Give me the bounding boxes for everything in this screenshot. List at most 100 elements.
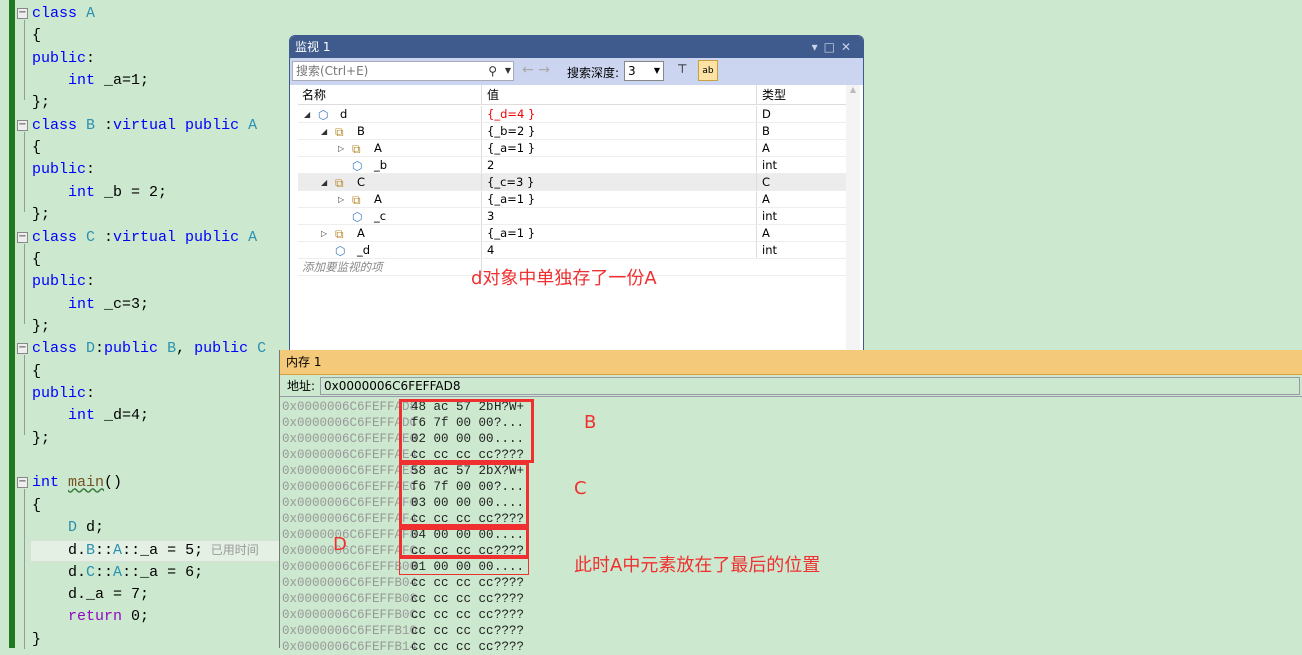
watch-value[interactable]: {_c=3 }	[481, 174, 757, 190]
code-line[interactable]: class A	[32, 3, 95, 25]
memory-title: 内存 1	[280, 350, 1302, 375]
maximize-icon[interactable]: □	[824, 40, 841, 54]
code-line[interactable]: {	[32, 137, 41, 159]
code-token: main	[68, 474, 105, 492]
memory-row[interactable]: 0x0000006C6FEFFAF0 03 00 00 00....	[282, 495, 524, 511]
memory-bytes[interactable]: cc cc cc cc	[411, 607, 494, 623]
code-token: public	[32, 161, 87, 179]
code-token: {	[32, 139, 42, 157]
code-line[interactable]: }	[32, 629, 41, 651]
vertical-scrollbar[interactable]: ▲	[846, 85, 860, 350]
code-line[interactable]: public:	[32, 159, 95, 181]
watch-row[interactable]: ▷ ⧉ A {_a=1 } A	[298, 140, 846, 157]
close-icon[interactable]: ✕	[841, 40, 857, 54]
watch-row[interactable]: ▷ ⧉ A {_a=1 } A	[298, 191, 846, 208]
back-arrow-icon[interactable]: ←	[522, 62, 534, 78]
watch-row[interactable]: ◢ ⧉ B {_b=2 } B	[298, 123, 846, 140]
memory-bytes[interactable]: cc cc cc cc	[411, 575, 494, 591]
code-line[interactable]: {	[32, 249, 41, 271]
memory-row[interactable]: 0x0000006C6FEFFAE0 02 00 00 00....	[282, 431, 524, 447]
code-line[interactable]: class C :virtual public A	[32, 227, 257, 249]
address-input[interactable]	[320, 377, 1300, 395]
watch-value[interactable]: {_a=1 }	[481, 191, 757, 207]
code-line[interactable]: public:	[32, 48, 95, 70]
search-input[interactable]: 搜索(Ctrl+E) ⚲ ▼	[292, 61, 514, 81]
code-line[interactable]: };	[32, 316, 50, 338]
code-line[interactable]: return 0;	[32, 606, 149, 628]
memory-row[interactable]: 0x0000006C6FEFFB14 cc cc cc cc????	[282, 639, 524, 655]
watch-value[interactable]: {_d=4 }	[481, 106, 757, 122]
fold-toggle-icon[interactable]: −	[17, 343, 28, 355]
code-line[interactable]: int _c=3;	[32, 294, 149, 316]
memory-row[interactable]: 0x0000006C6FEFFB10 cc cc cc cc????	[282, 623, 524, 639]
code-line[interactable]: int _b = 2;	[32, 182, 167, 204]
pin-icon[interactable]: ⊤	[677, 62, 687, 76]
memory-bytes[interactable]: cc cc cc cc	[411, 591, 494, 607]
fold-toggle-icon[interactable]: −	[17, 231, 28, 243]
memory-row[interactable]: 0x0000006C6FEFFAE8 58 ac 57 2b X?W+	[282, 463, 524, 479]
code-line[interactable]: };	[32, 428, 50, 450]
dropdown-icon[interactable]: ▾	[812, 40, 824, 54]
memory-bytes[interactable]: cc cc cc cc	[411, 639, 494, 655]
header-value[interactable]: 值	[481, 85, 757, 104]
code-line[interactable]: int main()	[32, 472, 122, 494]
code-line[interactable]: };	[32, 204, 50, 226]
memory-row[interactable]: 0x0000006C6FEFFAE4 cc cc cc cc????	[282, 447, 524, 463]
code-line[interactable]: {	[32, 495, 41, 517]
memory-address: 0x0000006C6FEFFB14	[282, 640, 418, 654]
code-token: {	[32, 27, 42, 45]
fold-toggle-icon[interactable]: −	[17, 477, 28, 489]
code-token: _c=3;	[95, 295, 150, 313]
code-line[interactable]: int _d=4;	[32, 405, 149, 427]
memory-row[interactable]: 0x0000006C6FEFFB0C cc cc cc cc????	[282, 607, 524, 623]
code-line[interactable]: int _a=1;	[32, 70, 149, 92]
memory-row[interactable]: 0x0000006C6FEFFB04 cc cc cc cc????	[282, 575, 524, 591]
memory-row[interactable]: 0x0000006C6FEFFB08 cc cc cc cc????	[282, 591, 524, 607]
memory-row[interactable]: 0x0000006C6FEFFADC f6 7f 00 00?...	[282, 415, 524, 431]
code-line[interactable]: d._a = 7;	[32, 584, 149, 606]
fold-toggle-icon[interactable]: −	[17, 8, 28, 19]
header-type[interactable]: 类型	[756, 85, 846, 104]
watch-value[interactable]: 2	[481, 157, 757, 173]
code-line[interactable]: D d;	[32, 517, 104, 539]
header-name[interactable]: 名称	[302, 85, 482, 104]
memory-bytes[interactable]: cc cc cc cc	[411, 623, 494, 639]
code-token: C	[86, 563, 96, 581]
watch-value[interactable]: 4	[481, 242, 757, 258]
search-icon[interactable]: ⚲	[488, 62, 497, 80]
code-line[interactable]: d.C::A::_a = 6;	[32, 562, 203, 584]
code-line[interactable]: d.B::A::_a = 5; 已用时间	[32, 539, 259, 561]
chevron-down-icon[interactable]: ▼	[505, 62, 511, 80]
memory-row[interactable]: 0x0000006C6FEFFAFC cc cc cc cc????	[282, 543, 524, 559]
forward-arrow-icon[interactable]: →	[538, 62, 550, 78]
code-line[interactable]: public:	[32, 271, 95, 293]
watch-value[interactable]: {_a=1 }	[481, 225, 757, 241]
watch-row[interactable]: ⬡ _d 4 int	[298, 242, 846, 259]
memory-row[interactable]: 0x0000006C6FEFFB00 01 00 00 00....	[282, 559, 524, 575]
code-line[interactable]: public:	[32, 383, 95, 405]
code-line[interactable]: class D:public B, public C	[32, 338, 266, 360]
watch-type: A	[756, 140, 846, 156]
watch-value[interactable]: 3	[481, 208, 757, 224]
watch-row[interactable]: ◢ ⬡ d {_d=4 } D	[298, 106, 846, 123]
code-line[interactable]: {	[32, 361, 41, 383]
fold-toggle-icon[interactable]: −	[17, 119, 28, 131]
hex-display-toggle-icon[interactable]: ab	[698, 60, 718, 81]
memory-row[interactable]: 0x0000006C6FEFFAEC f6 7f 00 00?...	[282, 479, 524, 495]
watch-row[interactable]: ◢ ⧉ C {_c=3 } C	[298, 174, 846, 191]
code-token: ::_a = 5;	[122, 542, 204, 560]
watch-value[interactable]: {_a=1 }	[481, 140, 757, 156]
watch-row[interactable]: ▷ ⧉ A {_a=1 } A	[298, 225, 846, 242]
watch-window: 监视 1 ▾□✕ 搜索(Ctrl+E) ⚲ ▼ ← → 搜索深度: 3 ▼ ⊤ a…	[289, 35, 864, 351]
search-depth-select[interactable]: 3 ▼	[624, 61, 664, 81]
watch-value[interactable]: {_b=2 }	[481, 123, 757, 139]
code-line[interactable]: class B :virtual public A	[32, 115, 257, 137]
memory-row[interactable]: 0x0000006C6FEFFAF4 cc cc cc cc????	[282, 511, 524, 527]
watch-row[interactable]: ⬡ _b 2 int	[298, 157, 846, 174]
code-line[interactable]: };	[32, 92, 50, 114]
code-token: class	[32, 5, 87, 22]
code-line[interactable]: {	[32, 25, 41, 47]
watch-row[interactable]: ⬡ _c 3 int	[298, 208, 846, 225]
memory-row[interactable]: 0x0000006C6FEFFAD8 48 ac 57 2b H?W+	[282, 399, 524, 415]
memory-row[interactable]: 0x0000006C6FEFFAF8 04 00 00 00....	[282, 527, 524, 543]
